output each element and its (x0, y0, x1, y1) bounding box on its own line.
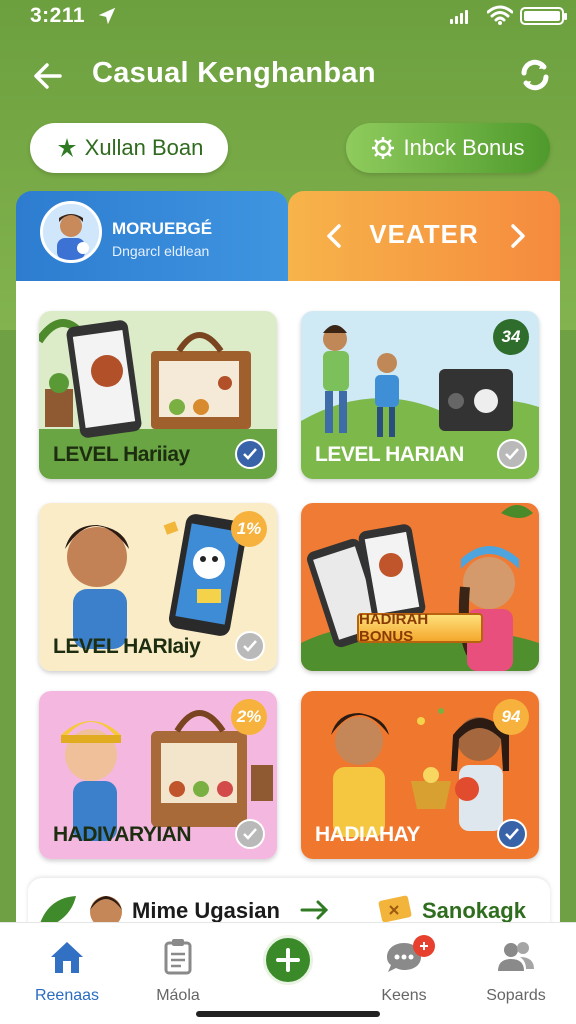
level-tab[interactable]: VEATER (288, 191, 560, 283)
add-button[interactable] (263, 935, 313, 985)
profile-tab[interactable]: MORUEBGÉ Dngarcl eldlean (16, 191, 288, 283)
nav-label: Máola (156, 987, 200, 1004)
bonus-banner: HADIRAH BONUS (357, 611, 483, 645)
card-label: LEVEL Hariiay (53, 443, 190, 466)
gear-icon (372, 137, 395, 159)
reward-card-3[interactable]: 1% LEVEL HARIaiy (39, 503, 277, 671)
percent-badge: 94 (493, 699, 529, 735)
filter-pill-left-label: Xullan Boan (84, 135, 204, 160)
percent-badge: 1% (231, 511, 267, 547)
page-title: Casual Kenghanban (92, 57, 376, 89)
nav-label: Sopards (486, 987, 546, 1004)
star-leaf-icon (57, 138, 76, 157)
filter-pill-left[interactable]: Xullan Boan (30, 123, 228, 173)
bonus-pill[interactable]: Inbck Bonus (346, 123, 550, 173)
notification-badge (413, 935, 435, 957)
ticket-icon (378, 895, 412, 923)
reward-card-4[interactable]: HADIRAH BONUS (301, 503, 539, 671)
bonus-pill-label: Inbck Bonus (403, 135, 525, 160)
home-indicator (196, 1011, 380, 1017)
card-label: HADIAHAY (315, 823, 420, 846)
profile-subtitle: Dngarcl eldlean (112, 243, 210, 259)
arrow-right-icon (300, 900, 329, 920)
nav-item-home[interactable]: Reenaas (12, 923, 122, 1013)
strip-right-text: Sanokagk (422, 898, 526, 923)
check-icon[interactable] (235, 439, 265, 469)
status-time: 3:211 (30, 4, 86, 27)
nav-label: Reenaas (34, 987, 100, 1004)
home-icon (51, 942, 83, 973)
card-label: LEVEL HARIaiy (53, 635, 201, 658)
chevron-right-icon[interactable] (502, 221, 532, 251)
percent-badge: 34 (493, 319, 529, 355)
nav-item-people[interactable]: Sopards (461, 923, 571, 1013)
nav-label: Keens (381, 987, 427, 1004)
back-arrow-icon[interactable] (30, 58, 66, 94)
strip-left-text: Mime Ugasian (132, 898, 280, 923)
check-icon[interactable] (497, 819, 527, 849)
reward-card-6[interactable]: 94 HADIAHAY (301, 691, 539, 859)
app-header: Casual Kenghanban (0, 50, 576, 100)
reward-card-2[interactable]: 34 LEVEL HARIAN (301, 311, 539, 479)
bottom-nav: Reenaas Máola Keens Sopards (0, 922, 576, 1024)
clipboard-icon (164, 939, 192, 975)
check-icon[interactable] (235, 819, 265, 849)
nav-item-clipboard[interactable]: Máola (123, 923, 233, 1013)
check-icon[interactable] (235, 631, 265, 661)
people-icon (498, 942, 534, 971)
profile-name: MORUEBGÉ (112, 219, 213, 238)
reward-card-1[interactable]: LEVEL Hariiay (39, 311, 277, 479)
refresh-icon[interactable] (518, 58, 552, 92)
nav-item-chat[interactable]: Keens (349, 923, 459, 1013)
avatar (40, 201, 102, 263)
plus-icon (276, 948, 300, 972)
card-label: LEVEL HARIAN (315, 443, 464, 466)
battery-icon (520, 7, 567, 25)
location-arrow-icon (98, 7, 116, 25)
wifi-icon (487, 5, 513, 25)
signal-icon (450, 8, 468, 24)
status-bar: 3:211 (0, 0, 576, 34)
card-label: HADIVARYIAN (53, 823, 192, 846)
percent-badge: 2% (231, 699, 267, 735)
bonus-girl-illustration (301, 503, 539, 671)
reward-card-5[interactable]: 2% HADIVARYIAN (39, 691, 277, 859)
check-icon[interactable] (497, 439, 527, 469)
